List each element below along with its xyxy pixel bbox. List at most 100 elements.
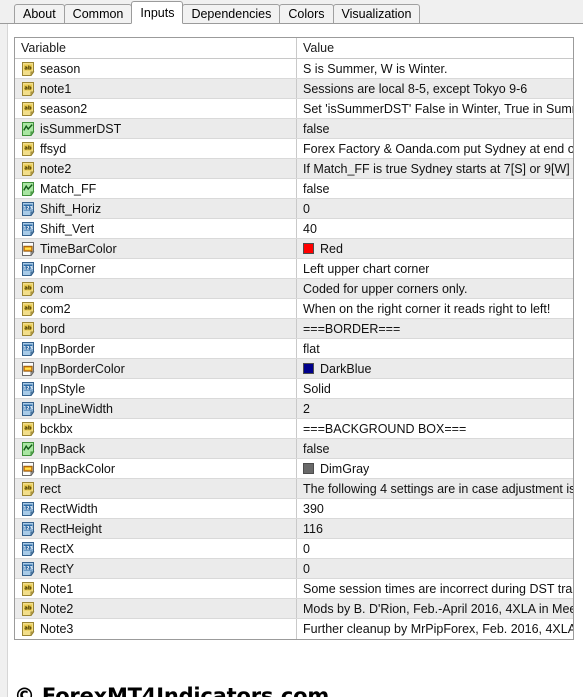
value-cell[interactable]: DimGray xyxy=(297,459,573,478)
tab-about[interactable]: About xyxy=(14,4,65,24)
variable-cell[interactable]: ab note1 xyxy=(15,79,297,98)
variable-cell[interactable]: 123 InpLineWidth xyxy=(15,399,297,418)
variable-cell[interactable]: ab com2 xyxy=(15,299,297,318)
table-row[interactable]: ab season S is Summer, W is Winter. xyxy=(15,59,573,79)
table-row[interactable]: ab Note1 Some session times are incorrect … xyxy=(15,579,573,599)
variable-cell[interactable]: TimeBarColor xyxy=(15,239,297,258)
column-header-value[interactable]: Value xyxy=(297,38,573,58)
inputs-grid[interactable]: Variable Value ab season S is Summer, W is… xyxy=(14,37,574,640)
table-row[interactable]: ab com2 When on the right corner it reads … xyxy=(15,299,573,319)
table-row[interactable]: ab Note3 Further cleanup by MrPipForex, Fe… xyxy=(15,619,573,639)
variable-cell[interactable]: ab com xyxy=(15,279,297,298)
table-row[interactable]: ab Note2 Mods by B. D'Rion, Feb.-April 201… xyxy=(15,599,573,619)
variable-cell[interactable]: InpBackColor xyxy=(15,459,297,478)
variable-cell[interactable]: ab bord xyxy=(15,319,297,338)
variable-name: RectX xyxy=(40,541,75,556)
value-cell[interactable]: When on the right corner it reads right … xyxy=(297,299,573,318)
table-row[interactable]: ab note1 Sessions are local 8-5, except To… xyxy=(15,79,573,99)
variable-cell[interactable]: 123 RectX xyxy=(15,539,297,558)
variable-cell[interactable]: 123 InpStyle xyxy=(15,379,297,398)
variable-cell[interactable]: 123 Shift_Horiz xyxy=(15,199,297,218)
value-cell[interactable]: Some session times are incorrect during … xyxy=(297,579,573,598)
value-cell[interactable]: Further cleanup by MrPipForex, Feb. 2016… xyxy=(297,619,573,639)
value-text: Sessions are local 8-5, except Tokyo 9-6 xyxy=(303,81,528,96)
variable-cell[interactable]: InpBack xyxy=(15,439,297,458)
table-row[interactable]: InpBack false xyxy=(15,439,573,459)
value-cell[interactable]: 0 xyxy=(297,539,573,558)
tab-dependencies[interactable]: Dependencies xyxy=(182,4,281,24)
variable-cell[interactable]: ab Note2 xyxy=(15,599,297,618)
value-cell[interactable]: ===BACKGROUND BOX=== xyxy=(297,419,573,438)
value-cell[interactable]: Red xyxy=(297,239,573,258)
table-row[interactable]: 123 RectX 0 xyxy=(15,539,573,559)
tab-visualization[interactable]: Visualization xyxy=(332,4,421,24)
table-row[interactable]: 123 RectWidth 390 xyxy=(15,499,573,519)
table-row[interactable]: ab ffsyd Forex Factory & Oanda.com put Syd… xyxy=(15,139,573,159)
value-cell[interactable]: If Match_FF is true Sydney starts at 7[S… xyxy=(297,159,573,178)
table-row[interactable]: 123 InpLineWidth 2 xyxy=(15,399,573,419)
table-row[interactable]: ab com Coded for upper corners only. xyxy=(15,279,573,299)
table-row[interactable]: isSummerDST false xyxy=(15,119,573,139)
variable-cell[interactable]: 123 InpCorner xyxy=(15,259,297,278)
value-cell[interactable]: 390 xyxy=(297,499,573,518)
value-cell[interactable]: Left upper chart corner xyxy=(297,259,573,278)
variable-cell[interactable]: InpBorderColor xyxy=(15,359,297,378)
variable-cell[interactable]: 123 InpBorder xyxy=(15,339,297,358)
variable-cell[interactable]: ab Note3 xyxy=(15,619,297,639)
tab-inputs[interactable]: Inputs xyxy=(131,1,184,24)
value-cell[interactable]: Sessions are local 8-5, except Tokyo 9-6 xyxy=(297,79,573,98)
value-cell[interactable]: 0 xyxy=(297,559,573,578)
value-cell[interactable]: ===BORDER=== xyxy=(297,319,573,338)
value-cell[interactable]: Mods by B. D'Rion, Feb.-April 2016, 4XLA… xyxy=(297,599,573,618)
table-row[interactable]: ab rect The following 4 settings are in ca… xyxy=(15,479,573,499)
table-row[interactable]: 123 InpCorner Left upper chart corner xyxy=(15,259,573,279)
value-cell[interactable]: false xyxy=(297,439,573,458)
variable-cell[interactable]: ab rect xyxy=(15,479,297,498)
svg-text:123: 123 xyxy=(23,225,33,231)
table-row[interactable]: ab season2 Set 'isSummerDST' False in Wint… xyxy=(15,99,573,119)
value-cell[interactable]: DarkBlue xyxy=(297,359,573,378)
value-cell[interactable]: Solid xyxy=(297,379,573,398)
variable-cell[interactable]: 123 RectHeight xyxy=(15,519,297,538)
variable-cell[interactable]: Match_FF xyxy=(15,179,297,198)
variable-cell[interactable]: ab Note1 xyxy=(15,579,297,598)
variable-cell[interactable]: ab season xyxy=(15,59,297,78)
column-header-variable[interactable]: Variable xyxy=(15,38,297,58)
variable-cell[interactable]: ab ffsyd xyxy=(15,139,297,158)
table-row[interactable]: TimeBarColor Red xyxy=(15,239,573,259)
variable-cell[interactable]: ab season2 xyxy=(15,99,297,118)
variable-cell[interactable]: ab note2 xyxy=(15,159,297,178)
value-text: 0 xyxy=(303,201,310,216)
value-cell[interactable]: Set 'isSummerDST' False in Winter, True … xyxy=(297,99,573,118)
value-cell[interactable]: S is Summer, W is Winter. xyxy=(297,59,573,78)
table-row[interactable]: 123 Shift_Horiz 0 xyxy=(15,199,573,219)
value-cell[interactable]: false xyxy=(297,119,573,138)
table-row[interactable]: ab bord ===BORDER=== xyxy=(15,319,573,339)
table-row[interactable]: InpBorderColor DarkBlue xyxy=(15,359,573,379)
value-cell[interactable]: false xyxy=(297,179,573,198)
variable-cell[interactable]: 123 Shift_Vert xyxy=(15,219,297,238)
value-cell[interactable]: flat xyxy=(297,339,573,358)
value-cell[interactable]: The following 4 settings are in case adj… xyxy=(297,479,573,498)
value-cell[interactable]: 40 xyxy=(297,219,573,238)
value-cell[interactable]: 0 xyxy=(297,199,573,218)
value-cell[interactable]: 2 xyxy=(297,399,573,418)
table-row[interactable]: 123 InpBorder flat xyxy=(15,339,573,359)
table-row[interactable]: InpBackColor DimGray xyxy=(15,459,573,479)
table-row[interactable]: 123 InpStyle Solid xyxy=(15,379,573,399)
tab-colors[interactable]: Colors xyxy=(279,4,334,24)
table-row[interactable]: ab note2 If Match_FF is true Sydney starts… xyxy=(15,159,573,179)
value-cell[interactable]: Forex Factory & Oanda.com put Sydney at … xyxy=(297,139,573,158)
variable-cell[interactable]: 123 RectY xyxy=(15,559,297,578)
variable-cell[interactable]: isSummerDST xyxy=(15,119,297,138)
value-cell[interactable]: 116 xyxy=(297,519,573,538)
table-row[interactable]: Match_FF false xyxy=(15,179,573,199)
value-cell[interactable]: Coded for upper corners only. xyxy=(297,279,573,298)
table-row[interactable]: 123 Shift_Vert 40 xyxy=(15,219,573,239)
tab-common[interactable]: Common xyxy=(63,4,133,24)
table-row[interactable]: ab bckbx ===BACKGROUND BOX=== xyxy=(15,419,573,439)
variable-cell[interactable]: 123 RectWidth xyxy=(15,499,297,518)
variable-cell[interactable]: ab bckbx xyxy=(15,419,297,438)
table-row[interactable]: 123 RectY 0 xyxy=(15,559,573,579)
table-row[interactable]: 123 RectHeight 116 xyxy=(15,519,573,539)
